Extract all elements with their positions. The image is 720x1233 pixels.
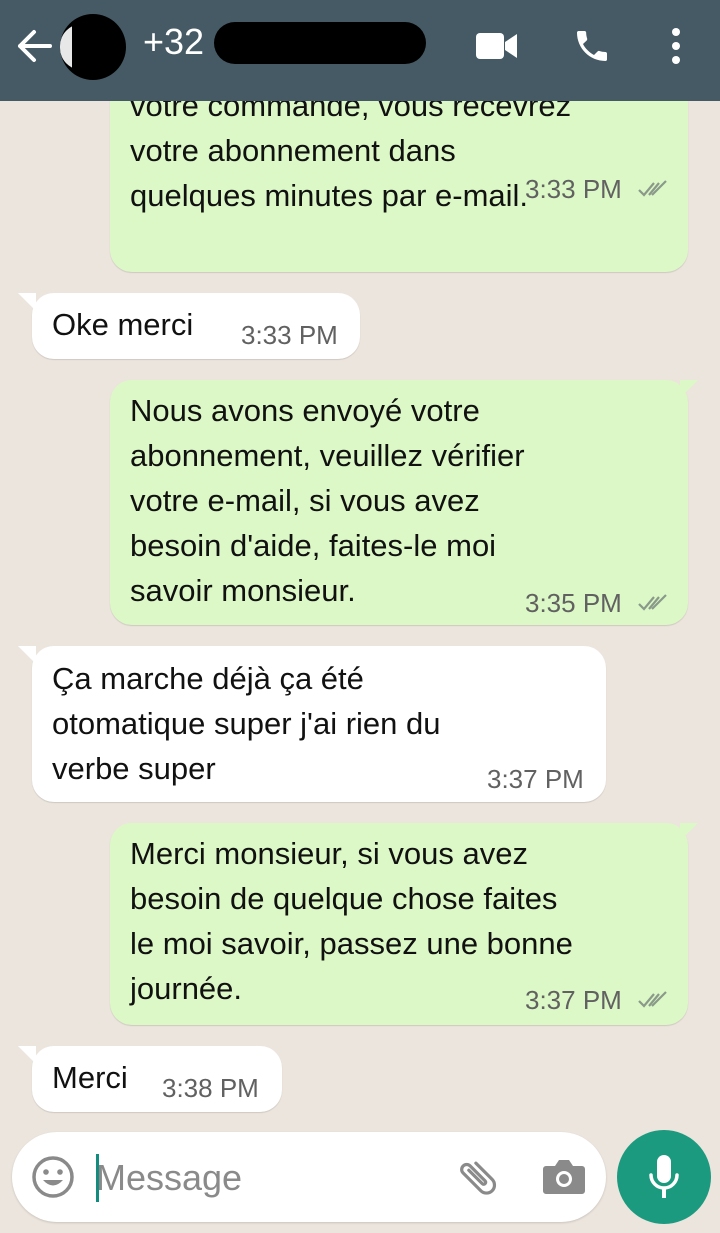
message-text: votre commande, vous recevrez votre abon…: [130, 101, 572, 213]
emoji-icon[interactable]: [30, 1154, 76, 1200]
message-time: 3:38 PM: [162, 1073, 259, 1103]
message-time: 3:37 PM: [487, 764, 584, 794]
bubble-tail: [680, 380, 698, 398]
contact-name[interactable]: +32: [143, 20, 204, 64]
back-arrow-icon[interactable]: [14, 28, 54, 64]
message-time: 3:35 PM: [525, 588, 622, 618]
message-compose-bar: Message: [12, 1132, 606, 1222]
bubble-tail: [18, 646, 36, 664]
double-check-icon: [638, 594, 667, 611]
incoming-message[interactable]: Oke merci 3:33 PM: [18, 293, 360, 359]
more-vert-icon[interactable]: [668, 27, 684, 65]
double-check-icon: [638, 180, 667, 197]
incoming-message[interactable]: Merci 3:38 PM: [18, 1046, 282, 1112]
message-text: Merci: [52, 1060, 128, 1095]
bubble-tail: [18, 1046, 36, 1064]
mic-icon: [649, 1155, 679, 1198]
phone-icon[interactable]: [572, 26, 612, 66]
camera-icon[interactable]: [542, 1156, 586, 1196]
attach-icon[interactable]: [454, 1154, 502, 1202]
message-text: Nous avons envoyé votre abonnement, veui…: [130, 393, 525, 608]
message-text: Merci monsieur, si vous avez besoin de q…: [130, 836, 573, 1006]
message-time: 3:37 PM: [525, 985, 622, 1015]
outgoing-message[interactable]: Merci monsieur, si vous avez besoin de q…: [110, 823, 698, 1025]
message-list[interactable]: votre commande, vous recevrez votre abon…: [0, 101, 720, 1131]
incoming-message[interactable]: Ça marche déjà ça été otomatique super j…: [18, 646, 606, 802]
voice-record-button[interactable]: [617, 1130, 711, 1224]
message-input[interactable]: Message: [96, 1154, 242, 1202]
message-time: 3:33 PM: [525, 174, 622, 204]
chat-header: +32: [0, 0, 720, 101]
bubble-tail: [680, 823, 698, 841]
avatar[interactable]: [60, 14, 126, 80]
message-text: Oke merci: [52, 307, 194, 342]
redacted-contact-number: [214, 22, 426, 64]
outgoing-message[interactable]: votre commande, vous recevrez votre abon…: [110, 101, 688, 272]
double-check-icon: [638, 991, 667, 1008]
video-call-icon[interactable]: [474, 31, 520, 61]
message-time: 3:33 PM: [241, 320, 338, 350]
bubble-tail: [18, 293, 36, 311]
message-text: Ça marche déjà ça été otomatique super j…: [52, 661, 441, 786]
outgoing-message[interactable]: Nous avons envoyé votre abonnement, veui…: [110, 380, 698, 625]
